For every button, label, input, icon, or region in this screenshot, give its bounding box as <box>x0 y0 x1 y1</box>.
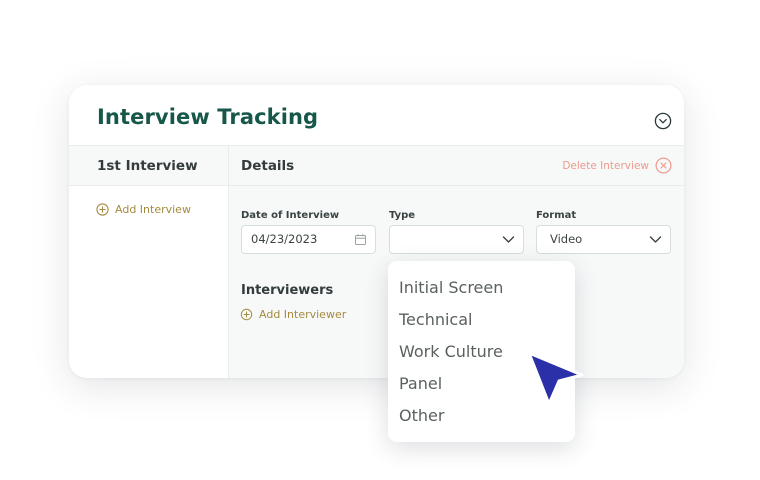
delete-interview-label: Delete Interview <box>562 159 649 172</box>
calendar-icon <box>355 234 366 245</box>
add-interviewer-label: Add Interviewer <box>259 308 347 321</box>
card-title: Interview Tracking <box>97 105 319 129</box>
collapse-toggle[interactable] <box>654 112 672 130</box>
details-title: Details <box>241 158 295 174</box>
format-label: Format <box>536 210 577 221</box>
date-value: 04/23/2023 <box>251 232 318 246</box>
dropdown-option[interactable]: Panel <box>399 374 442 393</box>
dropdown-option[interactable]: Initial Screen <box>399 278 503 297</box>
format-select[interactable]: Video <box>536 225 671 254</box>
plus-circle-icon <box>96 203 109 216</box>
chevron-down-icon <box>649 236 662 243</box>
dropdown-option[interactable]: Work Culture <box>399 342 503 361</box>
dropdown-option[interactable]: Technical <box>399 310 472 329</box>
plus-circle-icon <box>240 308 253 321</box>
delete-interview-button[interactable]: Delete Interview <box>562 157 672 174</box>
type-select[interactable] <box>389 225 524 254</box>
date-of-interview-input[interactable]: 04/23/2023 <box>241 225 376 254</box>
add-interview-button[interactable]: Add Interview <box>96 203 191 216</box>
add-interviewer-button[interactable]: Add Interviewer <box>240 308 346 321</box>
type-label: Type <box>389 210 416 221</box>
date-of-interview-label: Date of Interview <box>241 210 340 221</box>
close-circle-icon <box>655 157 672 174</box>
dropdown-option[interactable]: Other <box>399 406 444 425</box>
chevron-down-icon <box>502 236 515 243</box>
details-header: Details Delete Interview <box>229 146 684 186</box>
interviewers-title: Interviewers <box>241 283 334 298</box>
chevron-circle-icon <box>654 112 672 130</box>
tab-1st-interview[interactable]: 1st Interview <box>69 146 228 186</box>
interview-tracking-card: Interview Tracking 1st Interview Add Int… <box>69 85 684 378</box>
interview-list-pane: 1st Interview Add Interview <box>69 145 229 378</box>
format-value: Video <box>550 232 583 246</box>
mouse-pointer-icon <box>527 351 584 406</box>
add-interview-label: Add Interview <box>115 203 191 216</box>
